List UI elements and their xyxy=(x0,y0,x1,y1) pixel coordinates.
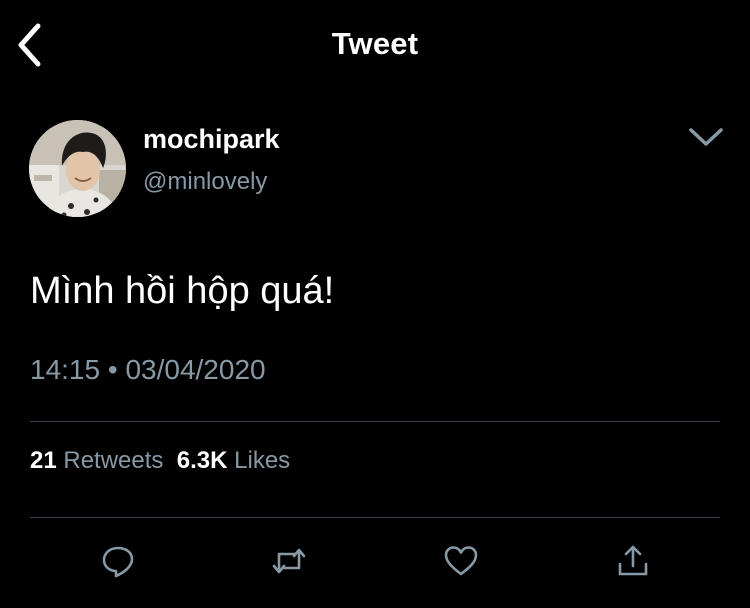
likes-count: 6.3K xyxy=(176,447,228,474)
author-display-name[interactable]: mochipark xyxy=(143,124,280,155)
avatar-photo xyxy=(29,120,126,217)
avatar[interactable] xyxy=(29,120,126,217)
header-bar: Tweet xyxy=(0,0,750,90)
share-icon xyxy=(618,545,648,576)
page-title: Tweet xyxy=(331,26,419,61)
retweets-stat[interactable]: 21 Retweets xyxy=(30,447,163,474)
divider xyxy=(30,517,720,518)
tweet-timestamp: 14:15 • 03/04/2020 xyxy=(30,354,266,386)
retweet-button[interactable] xyxy=(271,543,307,579)
reply-button[interactable] xyxy=(100,543,136,579)
likes-label: Likes xyxy=(234,447,291,474)
like-button[interactable] xyxy=(443,543,479,579)
tweet-time: 14:15 xyxy=(30,354,101,385)
like-heart-icon xyxy=(444,546,478,576)
tweet-menu-button[interactable] xyxy=(686,122,726,152)
reply-icon xyxy=(102,546,134,578)
chevron-down-icon xyxy=(689,128,723,146)
tweet-stats: 21 Retweets 6.3K Likes xyxy=(30,447,290,475)
meta-separator: • xyxy=(107,354,118,385)
tweet-detail-page: Tweet mochipark @minlovely Mình hồi hộp … xyxy=(0,0,750,608)
retweets-count: 21 xyxy=(30,447,57,474)
divider xyxy=(30,421,720,422)
retweet-icon xyxy=(272,548,306,574)
author-handle: @minlovely xyxy=(143,168,268,195)
likes-stat[interactable]: 6.3K Likes xyxy=(177,447,290,474)
tweet-date: 03/04/2020 xyxy=(125,354,266,385)
tweet-text: Mình hồi hộp quá! xyxy=(30,270,335,312)
share-button[interactable] xyxy=(615,543,651,579)
retweets-label: Retweets xyxy=(63,447,164,474)
